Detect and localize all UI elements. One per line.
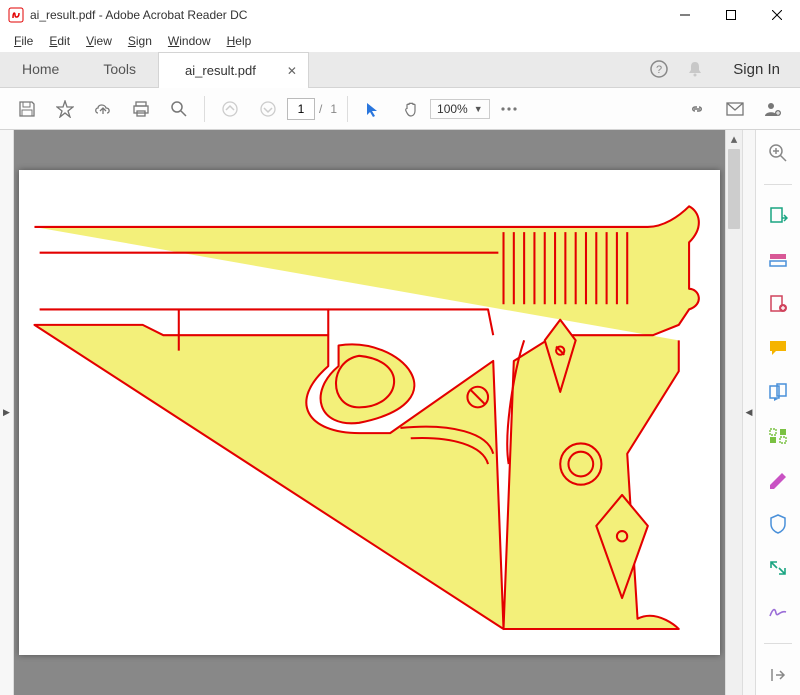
svg-text:?: ?	[656, 64, 662, 76]
tabbar: Home Tools ai_result.pdf ✕ ? Sign In	[0, 52, 800, 88]
zoom-value: 100%	[437, 102, 468, 116]
close-button[interactable]	[754, 0, 800, 30]
menu-help[interactable]: Help	[219, 32, 260, 50]
page-number-input[interactable]	[287, 98, 315, 120]
tab-document-label: ai_result.pdf	[185, 63, 256, 78]
hand-tool-icon[interactable]	[394, 92, 428, 126]
zoom-tool-icon[interactable]	[765, 140, 791, 166]
organize-icon[interactable]	[765, 423, 791, 449]
export-pdf-icon[interactable]	[765, 203, 791, 229]
bell-icon[interactable]	[677, 51, 713, 87]
minimize-button[interactable]	[662, 0, 708, 30]
link-share-icon[interactable]	[680, 92, 714, 126]
cloud-upload-icon[interactable]	[86, 92, 120, 126]
menu-edit[interactable]: Edit	[41, 32, 78, 50]
page-total: 1	[326, 102, 341, 116]
titlebar: ai_result.pdf - Adobe Acrobat Reader DC	[0, 0, 800, 30]
menu-file[interactable]: File	[6, 32, 41, 50]
page-separator: /	[315, 102, 326, 116]
scrollbar-thumb[interactable]	[728, 149, 740, 229]
save-icon[interactable]	[10, 92, 44, 126]
menu-sign[interactable]: Sign	[120, 32, 160, 50]
add-user-icon[interactable]	[756, 92, 790, 126]
tab-tools[interactable]: Tools	[81, 51, 158, 87]
left-panel-toggle[interactable]: ▶	[0, 130, 14, 695]
tools-sidebar	[756, 130, 800, 695]
toolbar: / 1 100% ▼	[0, 88, 800, 130]
help-icon[interactable]: ?	[641, 51, 677, 87]
page-down-icon[interactable]	[251, 92, 285, 126]
right-panel-toggle[interactable]: ◀	[742, 130, 756, 695]
more-tools-icon[interactable]	[492, 92, 526, 126]
tab-home[interactable]: Home	[0, 51, 81, 87]
tab-document[interactable]: ai_result.pdf ✕	[158, 52, 309, 88]
compress-icon[interactable]	[765, 555, 791, 581]
fill-sign-icon[interactable]	[765, 599, 791, 625]
workspace: ▶	[0, 130, 800, 695]
combine-icon[interactable]	[765, 379, 791, 405]
selection-tool-icon[interactable]	[356, 92, 390, 126]
edit-pdf-icon[interactable]	[765, 291, 791, 317]
menu-view[interactable]: View	[78, 32, 120, 50]
vertical-scrollbar[interactable]: ▴	[725, 130, 742, 695]
email-icon[interactable]	[718, 92, 752, 126]
create-pdf-icon[interactable]	[765, 247, 791, 273]
document-vector-content	[19, 170, 720, 655]
print-icon[interactable]	[124, 92, 158, 126]
star-icon[interactable]	[48, 92, 82, 126]
collapse-panel-icon[interactable]	[765, 662, 791, 688]
sign-in-button[interactable]: Sign In	[713, 51, 800, 87]
menu-window[interactable]: Window	[160, 32, 219, 50]
protect-icon[interactable]	[765, 511, 791, 537]
pdf-page	[19, 170, 720, 655]
redact-icon[interactable]	[765, 467, 791, 493]
window-title: ai_result.pdf - Adobe Acrobat Reader DC	[30, 8, 662, 22]
scroll-up-icon[interactable]: ▴	[726, 130, 742, 147]
acrobat-icon	[8, 7, 24, 23]
tab-close-button[interactable]: ✕	[284, 63, 300, 79]
menubar: File Edit View Sign Window Help	[0, 30, 800, 52]
chevron-down-icon: ▼	[474, 104, 483, 114]
comment-icon[interactable]	[765, 335, 791, 361]
zoom-dropdown[interactable]: 100% ▼	[430, 99, 490, 119]
search-icon[interactable]	[162, 92, 196, 126]
document-area[interactable]	[14, 130, 725, 695]
maximize-button[interactable]	[708, 0, 754, 30]
page-up-icon[interactable]	[213, 92, 247, 126]
